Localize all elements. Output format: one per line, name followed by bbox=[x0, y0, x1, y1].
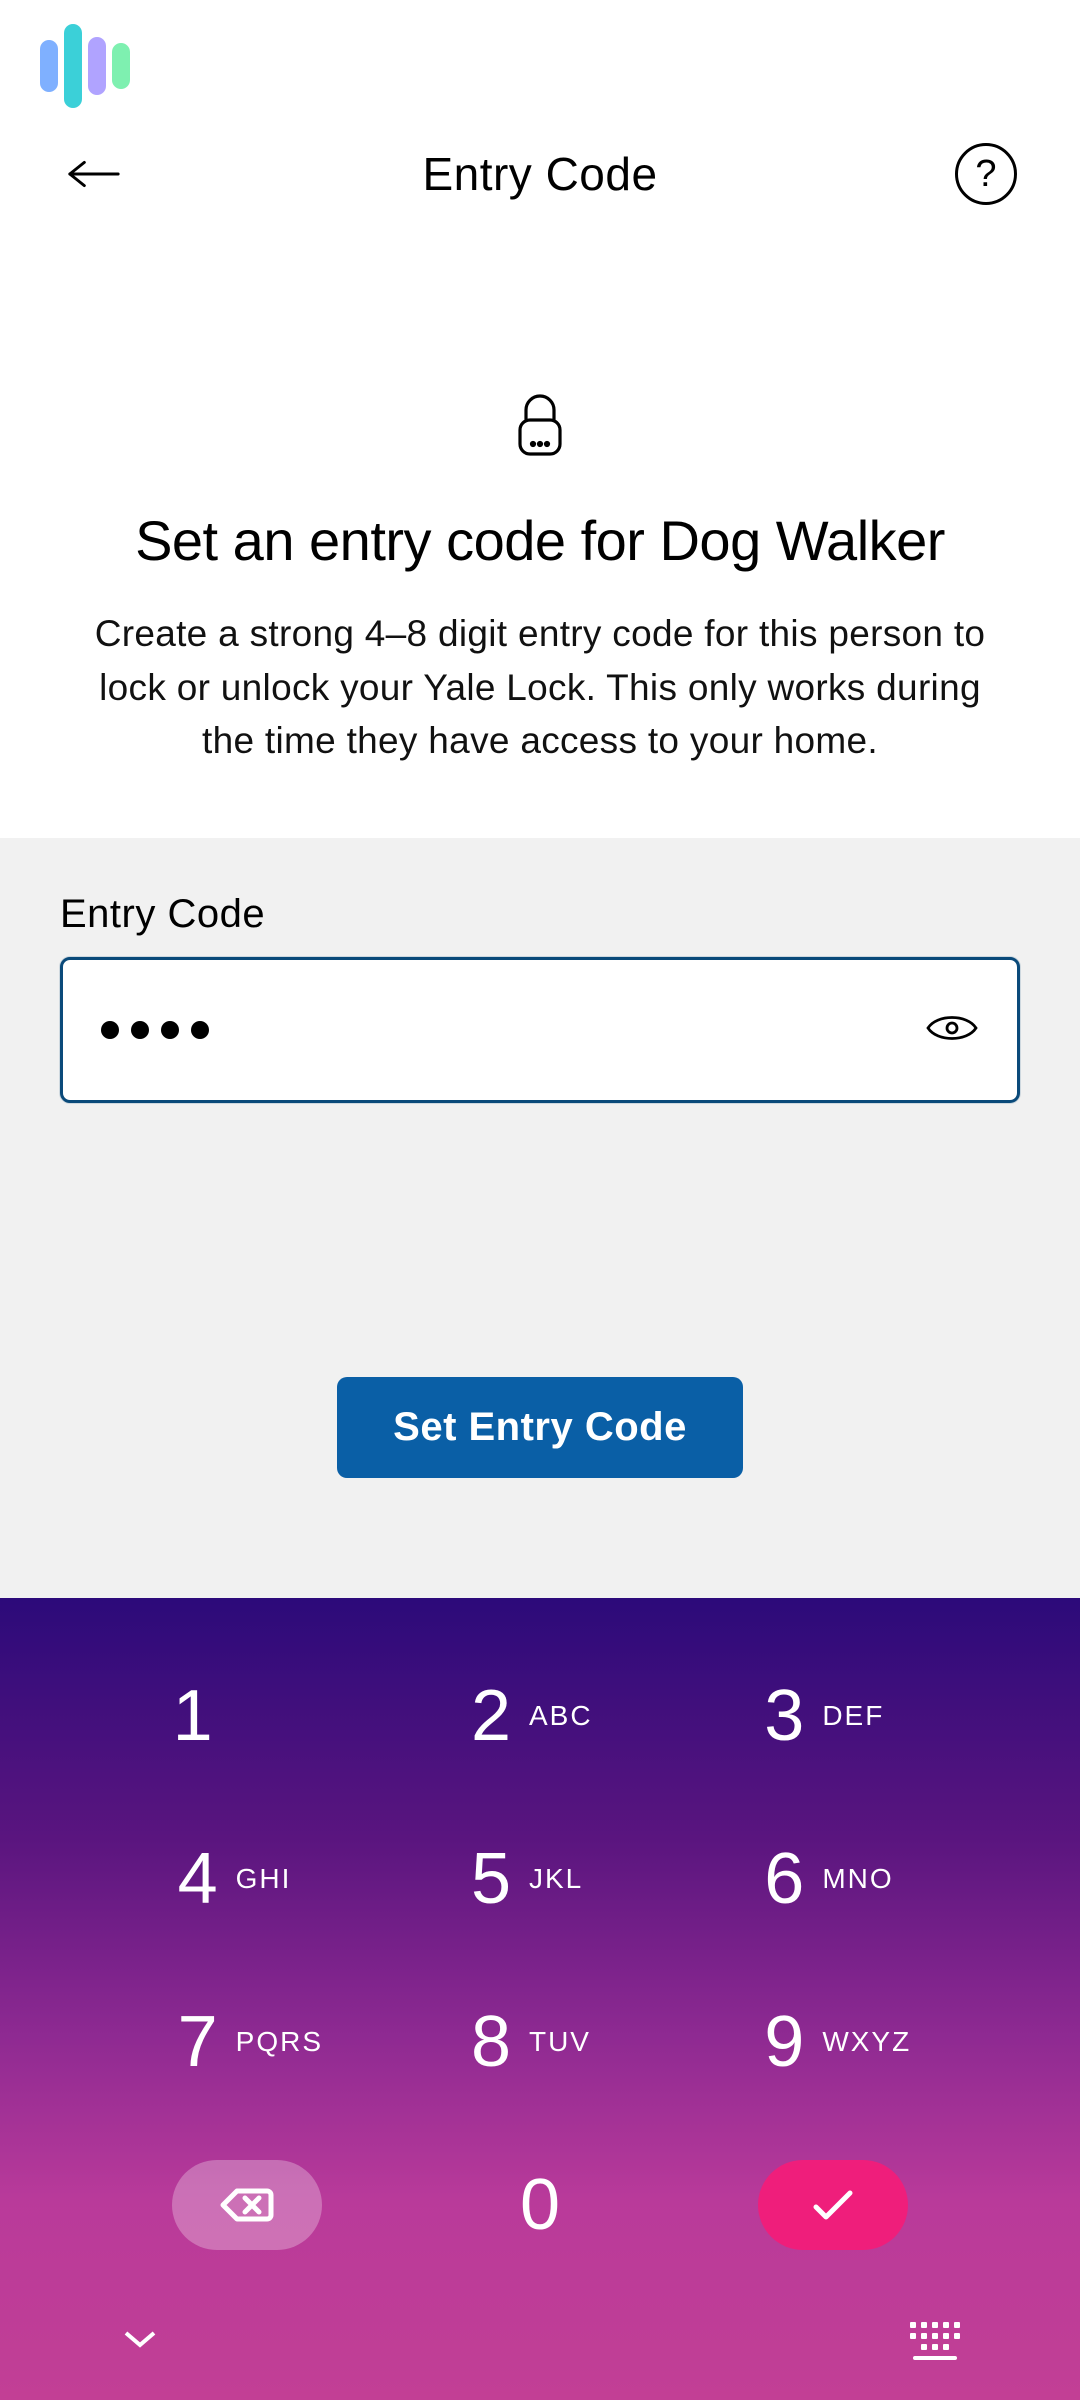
header-bar: Entry Code ? bbox=[0, 118, 1080, 230]
toggle-visibility-button[interactable] bbox=[925, 1010, 979, 1051]
chevron-down-icon bbox=[120, 2327, 160, 2351]
keypad-key-8[interactable]: 8 TUV bbox=[423, 1964, 656, 2119]
keyboard-switch-button[interactable] bbox=[910, 2322, 960, 2360]
keypad-key-4[interactable]: 4 GHI bbox=[130, 1801, 363, 1956]
keypad-confirm[interactable] bbox=[717, 2127, 950, 2282]
page-title: Entry Code bbox=[422, 147, 657, 201]
set-entry-code-button[interactable]: Set Entry Code bbox=[337, 1377, 743, 1478]
help-button[interactable]: ? bbox=[952, 140, 1020, 208]
backspace-icon bbox=[217, 2185, 277, 2225]
keypad-key-9[interactable]: 9 WXYZ bbox=[717, 1964, 950, 2119]
keypad-key-2[interactable]: 2 ABC bbox=[423, 1638, 656, 1793]
entry-code-masked-value bbox=[101, 1021, 209, 1039]
lock-icon bbox=[70, 390, 1010, 460]
check-icon bbox=[808, 2187, 858, 2223]
keypad-backspace[interactable] bbox=[130, 2127, 363, 2282]
entry-code-label: Entry Code bbox=[60, 892, 1020, 937]
back-button[interactable] bbox=[60, 140, 128, 208]
keypad-key-7[interactable]: 7 PQRS bbox=[130, 1964, 363, 2119]
keyboard-icon bbox=[910, 2322, 960, 2350]
app-logo bbox=[40, 24, 1040, 108]
keypad-key-5[interactable]: 5 JKL bbox=[423, 1801, 656, 1956]
entry-code-input[interactable] bbox=[60, 957, 1020, 1103]
keyboard-collapse-button[interactable] bbox=[120, 2327, 160, 2356]
intro-body: Create a strong 4–8 digit entry code for… bbox=[70, 607, 1010, 768]
help-icon: ? bbox=[955, 143, 1017, 205]
intro-heading: Set an entry code for Dog Walker bbox=[70, 508, 1010, 573]
status-area bbox=[0, 0, 1080, 118]
numeric-keypad: 1 2 ABC 3 DEF 4 GHI 5 JKL 6 MNO bbox=[0, 1598, 1080, 2400]
form-section: Entry Code Set Entry Code bbox=[0, 838, 1080, 1598]
eye-icon bbox=[925, 1010, 979, 1046]
intro-section: Set an entry code for Dog Walker Create … bbox=[0, 230, 1080, 838]
keypad-key-1[interactable]: 1 bbox=[130, 1638, 363, 1793]
arrow-left-icon bbox=[65, 159, 123, 189]
keypad-key-0[interactable]: 0 bbox=[423, 2127, 656, 2282]
keypad-key-3[interactable]: 3 DEF bbox=[717, 1638, 950, 1793]
keypad-key-6[interactable]: 6 MNO bbox=[717, 1801, 950, 1956]
